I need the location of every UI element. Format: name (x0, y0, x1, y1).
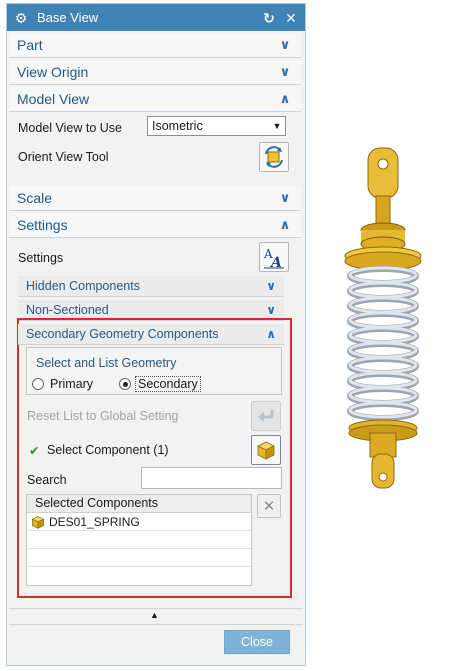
chevron-up-icon: ∧ (279, 217, 291, 232)
close-button[interactable]: Close (224, 630, 290, 654)
component-cube-icon (31, 515, 45, 529)
collapse-up-icon[interactable]: ▲ (150, 610, 159, 620)
section-view-origin-label: View Origin (17, 64, 89, 80)
dialog-title: Base View (37, 10, 99, 25)
list-item (27, 549, 251, 567)
model-view-select[interactable]: Isometric ▼ (147, 116, 286, 136)
remove-button[interactable]: ✕ (257, 494, 281, 518)
section-scale-label: Scale (17, 190, 53, 206)
gear-icon: ⚙ (14, 9, 28, 26)
model-view-select-value: Isometric (152, 119, 203, 133)
section-model-view[interactable]: Model View ∧ (9, 87, 301, 112)
select-component-label: Select Component (1) (47, 443, 169, 457)
chevron-down-icon: ∨ (266, 303, 276, 317)
divider (9, 608, 303, 609)
secondary-geometry-label: Secondary Geometry Components (26, 327, 219, 341)
model-view-to-use-label: Model View to Use (18, 121, 122, 135)
list-item (27, 567, 251, 585)
radio-primary-label: Primary (50, 377, 94, 391)
section-part[interactable]: Part ∨ (9, 33, 301, 58)
orient-view-tool-button[interactable] (259, 142, 289, 172)
section-settings[interactable]: Settings ∧ (9, 213, 301, 238)
hidden-components-header[interactable]: Hidden Components ∨ (18, 276, 284, 297)
reset-list-button[interactable] (251, 401, 281, 431)
svg-text:A: A (269, 255, 282, 269)
list-header: Selected Components (27, 495, 251, 513)
section-scale[interactable]: Scale ∨ (9, 186, 301, 211)
select-component-button[interactable] (251, 435, 281, 465)
reset-list-label: Reset List to Global Setting (27, 409, 179, 423)
search-label: Search (27, 473, 67, 487)
radio-secondary[interactable] (119, 378, 131, 390)
component-cube-icon (257, 441, 275, 460)
return-arrow-icon (258, 410, 274, 422)
close-icon[interactable]: ✕ (283, 10, 299, 26)
orient-view-tool-label: Orient View Tool (18, 150, 109, 164)
chevron-up-icon: ∧ (279, 91, 291, 106)
divider (9, 624, 303, 625)
list-item (27, 531, 251, 549)
text-settings-icon: A A (263, 247, 284, 269)
secondary-geometry-header[interactable]: Secondary Geometry Components ∧ (18, 324, 284, 345)
section-view-origin[interactable]: View Origin ∨ (9, 60, 301, 85)
section-settings-label: Settings (17, 217, 68, 233)
non-sectioned-label: Non-Sectioned (26, 303, 109, 317)
settings-button[interactable]: A A (259, 242, 289, 272)
hidden-components-label: Hidden Components (26, 279, 140, 293)
chevron-down-icon: ∨ (279, 190, 291, 205)
close-x-icon: ✕ (262, 498, 276, 515)
radio-primary[interactable] (32, 378, 44, 390)
reset-icon[interactable]: ↻ (261, 10, 277, 26)
settings-label: Settings (18, 251, 64, 265)
select-and-list-label: Select and List Geometry (36, 356, 177, 370)
dropdown-arrow-icon: ▼ (272, 121, 282, 131)
search-input[interactable] (141, 467, 282, 489)
title-bar: ⚙ Base View ↻ ✕ (7, 4, 305, 31)
list-item[interactable]: DES01_SPRING (27, 513, 251, 531)
selected-components-list: Selected Components DES01_SPRING (26, 494, 252, 586)
chevron-down-icon: ∨ (266, 279, 276, 293)
shock-absorber-model (344, 147, 422, 489)
chevron-down-icon: ∨ (279, 37, 291, 52)
list-item-label: DES01_SPRING (49, 514, 140, 529)
orient-view-icon (265, 146, 283, 168)
chevron-down-icon: ∨ (279, 64, 291, 79)
section-model-view-label: Model View (17, 91, 90, 107)
chevron-up-icon: ∧ (266, 327, 276, 341)
radio-secondary-label: Secondary (135, 376, 201, 392)
checkmark-icon: ✔ (29, 444, 40, 458)
section-part-label: Part (17, 37, 43, 53)
